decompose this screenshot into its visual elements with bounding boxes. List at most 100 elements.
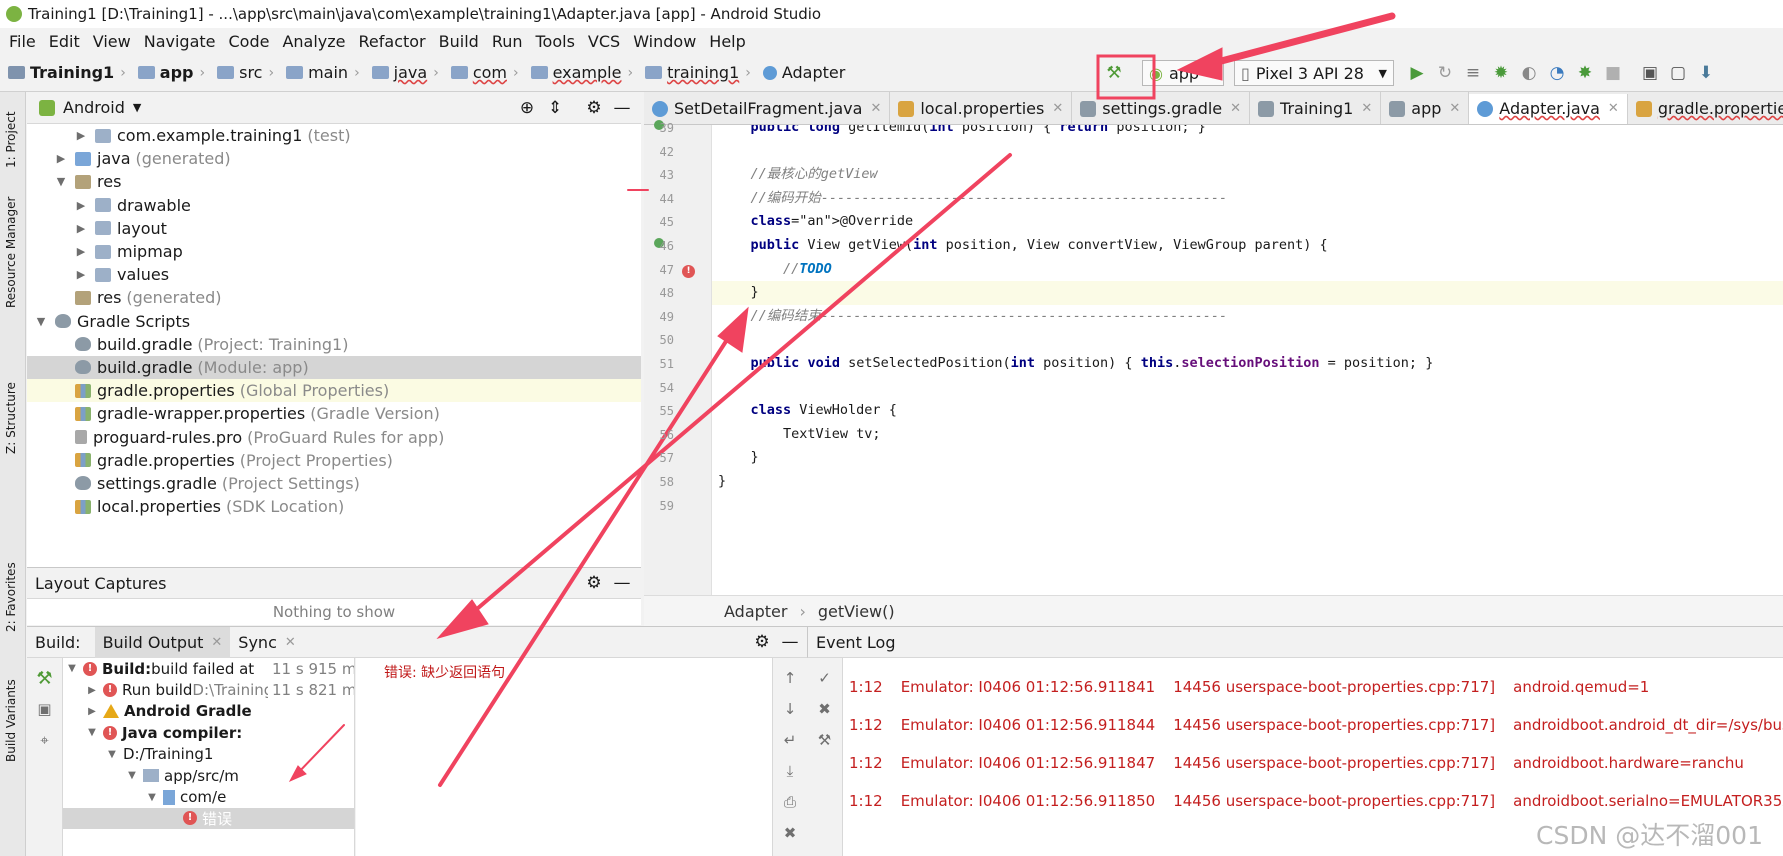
scroll-to-end-icon[interactable]: ⤓	[779, 760, 801, 782]
breadcrumb-class[interactable]: Adapter	[724, 602, 787, 621]
menu-refactor[interactable]: Refactor	[354, 32, 434, 51]
breadcrumb-item[interactable]: com ›	[443, 63, 519, 82]
device-select[interactable]: ▯ Pixel 3 API 28 ▼	[1234, 60, 1394, 86]
tree-node[interactable]: ▶ mipmap	[27, 240, 641, 263]
close-icon[interactable]: ✕	[211, 635, 222, 650]
sync-project-icon[interactable]: ▣	[1639, 62, 1661, 84]
avd-manager-icon[interactable]: ▢	[1667, 62, 1689, 84]
tree-node[interactable]: res (generated)	[27, 286, 641, 309]
editor-tab[interactable]: settings.gradle ✕	[1072, 92, 1251, 124]
code-line[interactable]: }	[712, 470, 1783, 494]
tree-node[interactable]: ▶ layout	[27, 217, 641, 240]
close-icon[interactable]: ✕	[285, 635, 296, 650]
editor-tab[interactable]: Adapter.java ✕	[1469, 93, 1628, 124]
chevron-icon[interactable]: ▼	[105, 749, 119, 760]
profile-icon[interactable]: ◔	[1546, 62, 1568, 84]
breadcrumb-method[interactable]: getView()	[818, 602, 895, 621]
tab-build-output[interactable]: Build Output ✕	[94, 626, 231, 658]
tree-node[interactable]: ▶ com.example.training1 (test)	[27, 124, 641, 147]
sdk-manager-icon[interactable]: ⬇	[1695, 62, 1717, 84]
chevron-icon[interactable]: ▼	[145, 792, 159, 803]
menu-run[interactable]: Run	[487, 32, 531, 51]
debug-icon[interactable]: ✹	[1490, 62, 1512, 84]
code-line[interactable]: public long getItemId(int position) { re…	[712, 125, 1783, 140]
code-line[interactable]: }	[712, 446, 1783, 470]
minimize-icon[interactable]: —	[611, 572, 633, 594]
code-line[interactable]: public void setSelectedPosition(int posi…	[712, 352, 1783, 376]
tree-node[interactable]: ▶ java (generated)	[27, 147, 641, 170]
gear-icon[interactable]: ⚙	[583, 572, 605, 594]
soft-wrap-icon[interactable]: ↵	[779, 729, 801, 751]
code-line[interactable]: TextView tv;	[712, 423, 1783, 447]
minimize-icon[interactable]: —	[611, 97, 633, 119]
chevron-right-icon[interactable]: ▶	[73, 129, 89, 142]
code-line[interactable]	[712, 328, 1783, 352]
minimize-icon[interactable]: —	[779, 631, 801, 653]
close-icon[interactable]: ✕	[1608, 101, 1619, 116]
chevron-right-icon[interactable]: ▶	[73, 222, 89, 235]
code-line[interactable]: //编码结束----------------------------------…	[712, 305, 1783, 329]
run-icon[interactable]: ▶	[1406, 62, 1428, 84]
menu-window[interactable]: Window	[628, 32, 704, 51]
wrench-icon[interactable]: ⚒	[814, 729, 836, 751]
chevron-right-icon[interactable]: ▶	[73, 268, 89, 281]
build-tree-node[interactable]: ▼!Build: build failed at11 s 915 ms	[63, 658, 354, 679]
code-line[interactable]: public View getView(int position, View c…	[712, 234, 1783, 258]
close-icon[interactable]: ✕	[1361, 101, 1372, 116]
code-line[interactable]: class ViewHolder {	[712, 399, 1783, 423]
build-tree-node[interactable]: ! 错误	[63, 807, 354, 830]
tree-node[interactable]: ▼ Gradle Scripts	[27, 310, 641, 333]
run-config-select[interactable]: ◉ app ▼	[1142, 60, 1224, 86]
code-line[interactable]: //TODO	[712, 258, 1783, 282]
code-line[interactable]	[712, 376, 1783, 400]
tree-node[interactable]: gradle.properties (Global Properties)	[27, 379, 641, 403]
breadcrumb-item[interactable]: example ›	[523, 63, 633, 82]
tool-tab-favorites[interactable]: 2: Favorites	[4, 562, 18, 632]
close-icon[interactable]: ✕	[870, 101, 881, 116]
menu-build[interactable]: Build	[434, 32, 487, 51]
code-line[interactable]	[712, 140, 1783, 164]
make-project-hammer-icon[interactable]: ⚒	[1103, 62, 1125, 84]
close-icon[interactable]: ✕	[1052, 101, 1063, 116]
tool-tab-project[interactable]: 1: Project	[4, 111, 18, 168]
tool-tab-structure[interactable]: Z: Structure	[4, 382, 18, 454]
code-line[interactable]: }	[712, 281, 1783, 305]
editor-tab[interactable]: SetDetailFragment.java ✕	[644, 92, 891, 124]
tab-sync[interactable]: Sync ✕	[230, 627, 303, 658]
menu-navigate[interactable]: Navigate	[139, 32, 224, 51]
close-icon[interactable]: ✕	[1230, 101, 1241, 116]
tree-node[interactable]: proguard-rules.pro (ProGuard Rules for ap…	[27, 425, 641, 448]
tree-node[interactable]: build.gradle (Project: Training1)	[27, 333, 641, 356]
breadcrumb-item[interactable]: src ›	[209, 63, 274, 82]
chevron-icon[interactable]: ▼	[125, 770, 139, 781]
chevron-down-icon[interactable]: ▼	[33, 315, 49, 328]
code-line[interactable]: //编码开始----------------------------------…	[712, 187, 1783, 211]
breadcrumb-item[interactable]: Training1 ›	[8, 63, 126, 82]
build-tree-node[interactable]: ▶ Android Gradle	[63, 701, 354, 722]
chevron-right-icon[interactable]: ▶	[53, 152, 69, 165]
tree-node[interactable]: ▶ values	[27, 263, 641, 286]
chevron-right-icon[interactable]: ▶	[73, 245, 89, 258]
apply-code-changes-icon[interactable]: ≡	[1462, 62, 1484, 84]
pin-icon[interactable]: ⌖	[34, 729, 56, 751]
tool-tab-resource-manager[interactable]: Resource Manager	[4, 197, 18, 308]
breadcrumb-item[interactable]: main ›	[278, 63, 360, 82]
menu-code[interactable]: Code	[224, 32, 278, 51]
close-icon[interactable]: ✕	[1449, 101, 1460, 116]
breadcrumb-item[interactable]: Adapter	[755, 63, 845, 82]
apply-changes-icon[interactable]: ↻	[1434, 62, 1456, 84]
menu-help[interactable]: Help	[704, 32, 753, 51]
chevron-icon[interactable]: ▶	[85, 706, 99, 717]
hammer-icon[interactable]: ⚒	[34, 667, 56, 689]
arrow-down-icon[interactable]: ↓	[779, 698, 801, 720]
build-tree-node[interactable]: ▼ D:/Training1	[63, 744, 354, 765]
trash-icon[interactable]: ✖	[779, 822, 801, 844]
chevron-down-icon[interactable]: ▼	[133, 101, 141, 114]
code-line[interactable]: class="an">@Override	[712, 210, 1783, 234]
code-line[interactable]: //最核心的getView	[712, 163, 1783, 187]
menu-edit[interactable]: Edit	[44, 32, 88, 51]
code-line[interactable]	[712, 494, 1783, 518]
tree-node[interactable]: ▶ drawable	[27, 194, 641, 217]
menu-analyze[interactable]: Analyze	[277, 32, 353, 51]
build-tree-node[interactable]: ▼ app/src/m	[63, 765, 354, 786]
